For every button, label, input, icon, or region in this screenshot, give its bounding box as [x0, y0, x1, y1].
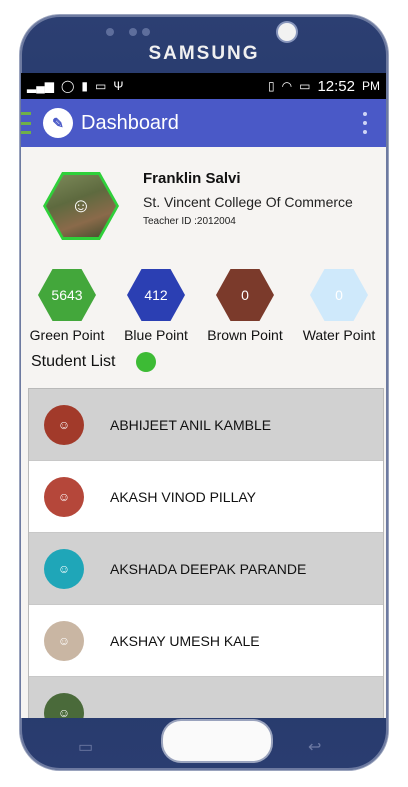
app-toolbar: ✎ Dashboard — [21, 99, 386, 147]
vibrate-icon: ▯ — [268, 79, 275, 93]
teacher-name: Franklin Salvi — [143, 170, 241, 187]
list-item[interactable]: ☺ AKASH VINOD PILLAY — [29, 461, 383, 533]
back-icon[interactable]: ↩ — [308, 737, 321, 757]
message-icon: ▭ — [95, 79, 107, 93]
list-item[interactable]: ☺ AKSHADA DEEPAK PARANDE — [29, 533, 383, 605]
more-options-icon[interactable] — [362, 112, 368, 134]
whatsapp-icon: ◯ — [60, 79, 75, 93]
signal-icon: ▂▄▆ — [27, 79, 54, 93]
teacher-profile: ☺ Franklin Salvi St. Vincent College Of … — [21, 147, 386, 247]
sensor-dot — [106, 28, 114, 36]
app-screen: ▂▄▆ ◯ ▮ ▭ Ψ ▯ ◠ ▭ 12:52 PM ✎ Dashboard ☺… — [21, 73, 386, 718]
student-list-title: Student List — [31, 353, 116, 370]
water-point-value: 0 — [335, 287, 343, 303]
sensor-dot — [129, 28, 137, 36]
student-name: AKASH VINOD PILLAY — [110, 488, 257, 505]
battery-saver-icon: ▮ — [81, 79, 89, 93]
green-point[interactable]: 5643 Green Point — [22, 269, 112, 343]
usb-icon: Ψ — [113, 79, 124, 93]
battery-icon: ▭ — [299, 79, 311, 93]
list-item[interactable]: ☺ AKSHAY UMESH KALE — [29, 605, 383, 677]
green-point-value: 5643 — [51, 287, 83, 303]
brown-point-value: 0 — [241, 287, 249, 303]
list-item[interactable]: ☺ ABHIJEET ANIL KAMBLE — [29, 389, 383, 461]
list-item[interactable]: ☺ — [29, 677, 383, 718]
avatar: ☺ — [44, 476, 84, 517]
avatar: ☺ — [44, 620, 84, 661]
sensor-dot — [142, 28, 150, 36]
avatar: ☺ — [44, 548, 84, 589]
student-name: ABHIJEET ANIL KAMBLE — [110, 416, 272, 433]
blue-point-value: 412 — [144, 287, 168, 303]
teacher-college: St. Vincent College Of Commerce — [143, 194, 353, 210]
water-point[interactable]: 0 Water Point — [294, 269, 384, 343]
drawer-handle-icon[interactable] — [21, 112, 31, 134]
clock-ampm: PM — [362, 79, 380, 93]
home-button[interactable] — [163, 721, 271, 761]
green-point-badge: 5643 — [38, 269, 96, 321]
student-list: ☺ ABHIJEET ANIL KAMBLE ☺ AKASH VINOD PIL… — [28, 388, 384, 718]
avatar: ☺ — [44, 692, 84, 718]
avatar[interactable]: ☺ — [43, 172, 119, 240]
teacher-id: Teacher ID :2012004 — [143, 216, 236, 227]
water-point-badge: 0 — [310, 269, 368, 321]
brown-point-badge: 0 — [216, 269, 274, 321]
blue-point-badge: 412 — [127, 269, 185, 321]
clock-time: 12:52 — [317, 77, 355, 95]
status-dot-icon — [136, 352, 156, 372]
person-photo-icon: ☺ — [46, 175, 116, 237]
front-camera — [278, 23, 296, 41]
app-logo: ✎ — [43, 108, 73, 138]
brown-point[interactable]: 0 Brown Point — [200, 269, 290, 343]
page-title: Dashboard — [81, 111, 179, 134]
recent-apps-icon[interactable]: ▭ — [78, 737, 93, 757]
blue-point[interactable]: 412 Blue Point — [111, 269, 201, 343]
device-brand: SAMSUNG — [148, 43, 260, 64]
student-name: AKSHAY UMESH KALE — [110, 632, 260, 649]
student-list-header: Student List — [21, 335, 386, 373]
status-bar: ▂▄▆ ◯ ▮ ▭ Ψ ▯ ◠ ▭ 12:52 PM — [21, 73, 386, 99]
student-name: AKSHADA DEEPAK PARANDE — [110, 560, 307, 577]
avatar: ☺ — [44, 404, 84, 445]
points-summary: 5643 Green Point 412 Blue Point 0 Brown … — [21, 247, 386, 343]
wifi-icon: ◠ — [281, 79, 293, 93]
